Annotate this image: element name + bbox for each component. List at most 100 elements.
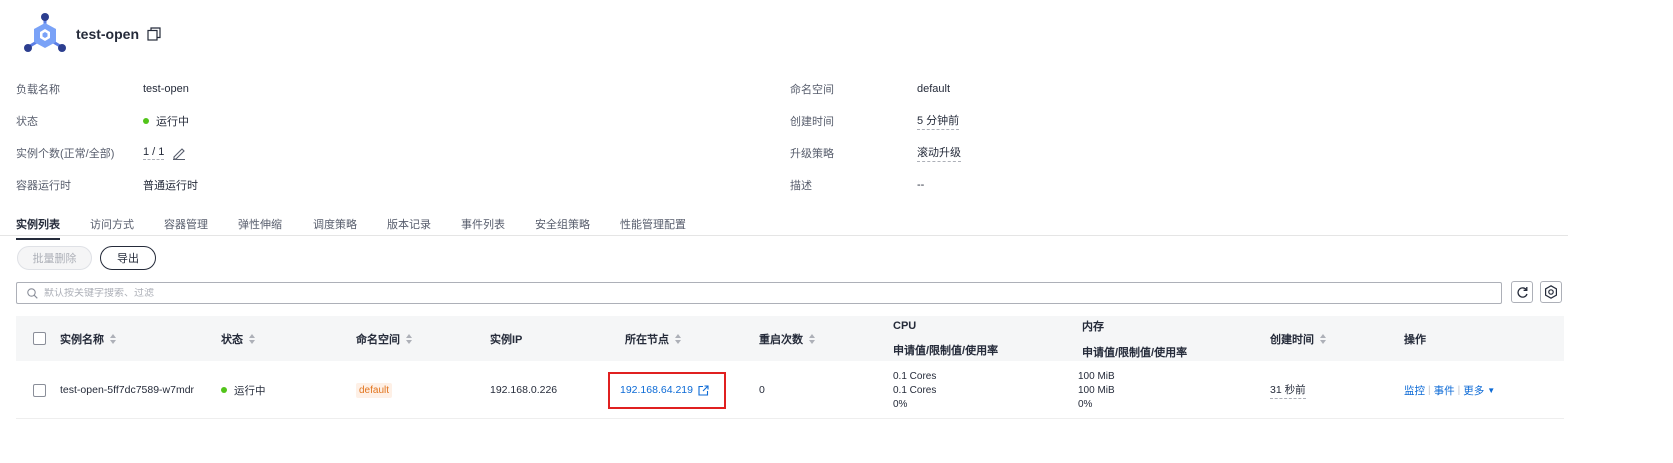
export-button[interactable]: 导出 (100, 246, 156, 270)
monitor-link[interactable]: 监控 (1404, 383, 1425, 398)
tab-events[interactable]: 事件列表 (461, 216, 505, 232)
namespace-label: 命名空间 (790, 84, 834, 96)
table-row: test-open-5ff7dc7589-w7mdr 运行中 default 1… (16, 361, 1564, 419)
col-mem-label: 内存 (1082, 320, 1104, 333)
instance-status-label: 运行中 (234, 384, 266, 397)
upgrade-label: 升级策略 (790, 148, 834, 160)
cpu-limit: 0.1 Cores (893, 384, 937, 396)
status-dot-icon (221, 387, 227, 393)
workload-name-value: test-open (143, 83, 189, 95)
info-workload-name: 负载名称 test-open (16, 79, 189, 99)
runtime-label: 容器运行时 (16, 180, 71, 192)
node-highlight-box: 192.168.64.219 (608, 371, 726, 409)
tab-containers[interactable]: 容器管理 (164, 216, 208, 232)
instance-memory: 100 MiB 100 MiB 0% (1078, 361, 1115, 419)
mem-usage: 0% (1078, 398, 1093, 410)
col-name-label: 实例名称 (60, 333, 104, 346)
col-node-label: 所在节点 (625, 333, 669, 346)
sort-icon (249, 333, 255, 344)
col-created[interactable]: 创建时间 (1270, 316, 1326, 361)
instance-created: 31 秒前 (1270, 361, 1306, 419)
search-box[interactable] (16, 282, 1502, 304)
created-value: 5 分钟前 (917, 112, 960, 130)
description-label: 描述 (790, 180, 812, 192)
sort-icon (1320, 333, 1326, 344)
ops-separator: | (1457, 384, 1461, 396)
col-restarts-label: 重启次数 (759, 333, 803, 346)
tab-versions[interactable]: 版本记录 (387, 216, 431, 232)
col-mem-sublabel: 申请值/限制值/使用率 (1082, 346, 1188, 359)
instance-namespace: default (356, 361, 393, 419)
tab-autoscaling[interactable]: 弹性伸缩 (238, 216, 282, 232)
info-runtime: 容器运行时 普通运行时 (16, 175, 198, 195)
edit-icon[interactable] (172, 146, 186, 160)
settings-button[interactable] (1540, 281, 1562, 303)
col-created-label: 创建时间 (1270, 333, 1314, 346)
created-label: 创建时间 (790, 116, 834, 128)
workload-header: test-open (22, 12, 161, 56)
col-node[interactable]: 所在节点 (625, 316, 681, 361)
instance-node: 192.168.64.219 (608, 361, 726, 419)
info-created: 创建时间 5 分钟前 (790, 111, 960, 131)
sort-icon (110, 333, 116, 344)
tab-performance[interactable]: 性能管理配置 (620, 216, 686, 232)
caret-down-icon[interactable]: ▼ (1487, 386, 1495, 395)
instance-ops: 监控 | 事件 | 更多 ▼ (1404, 361, 1495, 419)
search-input[interactable] (44, 287, 444, 299)
refresh-button[interactable] (1511, 281, 1533, 303)
sort-icon (406, 333, 412, 344)
table-header: 实例名称 状态 命名空间 实例IP 所在节点 重启次数 CPU 申请值/限制值/… (16, 316, 1564, 361)
events-link[interactable]: 事件 (1434, 383, 1455, 398)
batch-delete-button[interactable]: 批量删除 (17, 246, 92, 270)
more-link[interactable]: 更多 (1463, 383, 1484, 398)
info-instances: 实例个数(正常/全部) 1 / 1 (16, 143, 186, 163)
tab-bar: 实例列表 访问方式 容器管理 弹性伸缩 调度策略 版本记录 事件列表 安全组策略… (0, 212, 1568, 240)
external-link-icon[interactable] (698, 384, 709, 396)
col-cpu-sublabel: 申请值/限制值/使用率 (893, 344, 999, 357)
workload-hexagon-icon (24, 13, 66, 52)
instance-restarts: 0 (759, 384, 765, 396)
search-icon (27, 287, 38, 299)
mem-request: 100 MiB (1078, 370, 1115, 382)
cpu-request: 0.1 Cores (893, 370, 937, 382)
description-value: -- (917, 179, 925, 191)
col-status-label: 状态 (221, 333, 243, 346)
info-namespace: 命名空间 default (790, 79, 950, 99)
tab-access[interactable]: 访问方式 (90, 216, 134, 232)
col-cpu: CPU 申请值/限制值/使用率 (893, 316, 998, 361)
instances-label: 实例个数(正常/全部) (16, 148, 115, 160)
col-cpu-label: CPU (893, 319, 917, 332)
col-ops: 操作 (1404, 333, 1426, 346)
instance-cpu: 0.1 Cores 0.1 Cores 0% (893, 361, 936, 419)
sort-icon (675, 333, 681, 344)
ops-separator: | (1428, 384, 1431, 396)
gear-icon (1545, 285, 1557, 299)
tab-security-group[interactable]: 安全组策略 (535, 216, 590, 232)
row-checkbox[interactable] (33, 383, 46, 397)
tab-instance-list[interactable]: 实例列表 (16, 216, 60, 240)
instance-name: test-open-5ff7dc7589-w7mdr (60, 384, 195, 396)
mem-limit: 100 MiB (1078, 384, 1115, 396)
status-value: 运行中 (156, 116, 189, 128)
select-all-checkbox[interactable] (33, 332, 46, 345)
namespace-badge: default (356, 382, 393, 398)
created-time: 31 秒前 (1270, 382, 1306, 399)
col-namespace[interactable]: 命名空间 (356, 316, 412, 361)
node-link[interactable]: 192.168.64.219 (620, 384, 693, 396)
instances-value: 1 / 1 (143, 146, 165, 160)
info-description: 描述 -- (790, 175, 924, 195)
tab-scheduling[interactable]: 调度策略 (313, 216, 357, 232)
workload-name-label: 负载名称 (16, 84, 60, 96)
namespace-value: default (917, 83, 951, 95)
runtime-value: 普通运行时 (143, 180, 198, 192)
info-status: 状态 运行中 (16, 111, 189, 131)
col-namespace-label: 命名空间 (356, 333, 400, 346)
workload-title: test-open (76, 26, 139, 42)
cpu-usage: 0% (893, 398, 908, 410)
col-restarts[interactable]: 重启次数 (759, 316, 815, 361)
copy-icon[interactable] (147, 27, 161, 41)
col-name[interactable]: 实例名称 (60, 316, 116, 361)
refresh-icon (1516, 286, 1528, 298)
col-status[interactable]: 状态 (221, 316, 255, 361)
sort-icon (809, 333, 815, 344)
